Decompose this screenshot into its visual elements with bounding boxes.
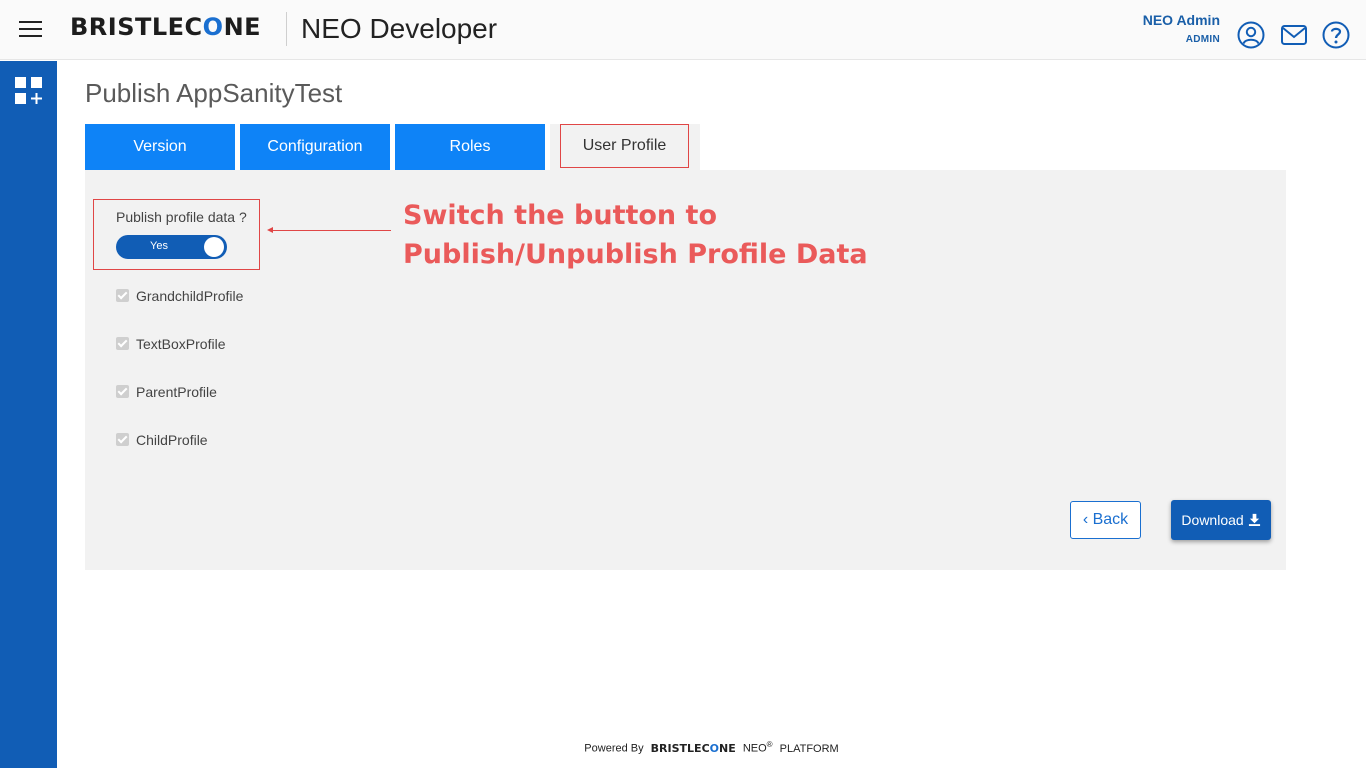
- publish-profile-section: Publish profile data ? Yes: [93, 199, 260, 270]
- toggle-label: Yes: [150, 240, 168, 252]
- download-button[interactable]: Download: [1171, 500, 1271, 540]
- footer-registered: ®: [766, 740, 773, 749]
- annotation-arrow-head: [267, 227, 273, 233]
- annotation-line-2: Publish/Unpublish Profile Data: [403, 239, 868, 270]
- tab-configuration[interactable]: Configuration: [240, 124, 390, 170]
- annotation-arrow: [270, 230, 391, 231]
- user-circle-icon[interactable]: [1236, 20, 1266, 50]
- top-header: BRISTLECONE NEO Developer NEO Admin ADMI…: [0, 0, 1366, 60]
- tab-roles[interactable]: Roles: [395, 124, 545, 170]
- page-title: Publish AppSanityTest: [85, 78, 343, 108]
- help-icon[interactable]: [1321, 20, 1351, 50]
- download-icon: [1248, 513, 1260, 526]
- footer-brand-logo: BRISTLECONE: [650, 741, 736, 755]
- user-name: NEO Admin: [1142, 12, 1220, 28]
- tab-user-profile[interactable]: User Profile: [550, 124, 700, 170]
- footer-platform: PLATFORM: [779, 742, 839, 755]
- download-button-label: Download: [1181, 512, 1244, 528]
- publish-profile-toggle[interactable]: Yes: [116, 235, 227, 259]
- hamburger-menu-icon[interactable]: [19, 21, 42, 39]
- profile-name: TextBoxProfile: [136, 336, 226, 352]
- publish-profile-label: Publish profile data ?: [116, 209, 247, 225]
- checkbox-child-profile[interactable]: [116, 433, 129, 446]
- apps-add-icon[interactable]: [14, 76, 44, 106]
- back-button-label: Back: [1092, 511, 1129, 528]
- footer-powered-by: Powered By: [584, 742, 644, 755]
- profile-name: ChildProfile: [136, 432, 208, 448]
- footer: Powered By BRISTLECONE NEO® PLATFORM: [0, 740, 1366, 755]
- chevron-left-icon: ‹: [1082, 511, 1089, 528]
- left-nav: [0, 61, 57, 768]
- profile-name: ParentProfile: [136, 384, 217, 400]
- user-info[interactable]: NEO Admin ADMIN: [1143, 12, 1220, 45]
- tab-version[interactable]: Version: [85, 124, 235, 170]
- user-role: ADMIN: [1185, 34, 1220, 45]
- toggle-knob: [204, 237, 224, 257]
- app-title: NEO Developer: [301, 13, 498, 44]
- mail-icon[interactable]: [1279, 20, 1309, 50]
- profile-name: GrandchildProfile: [136, 288, 244, 304]
- brand-logo: BRISTLECONE: [70, 13, 262, 41]
- tab-user-profile-label: User Profile: [560, 124, 689, 168]
- checkbox-textbox-profile[interactable]: [116, 337, 129, 350]
- annotation-text: Switch the button to Publish/Unpublish P…: [403, 196, 868, 274]
- footer-neo: NEO: [742, 742, 767, 755]
- header-divider: [286, 12, 287, 46]
- checkbox-grandchild-profile[interactable]: [116, 289, 129, 302]
- back-button[interactable]: ‹ Back: [1070, 501, 1141, 539]
- checkbox-parent-profile[interactable]: [116, 385, 129, 398]
- annotation-line-1: Switch the button to: [403, 200, 718, 231]
